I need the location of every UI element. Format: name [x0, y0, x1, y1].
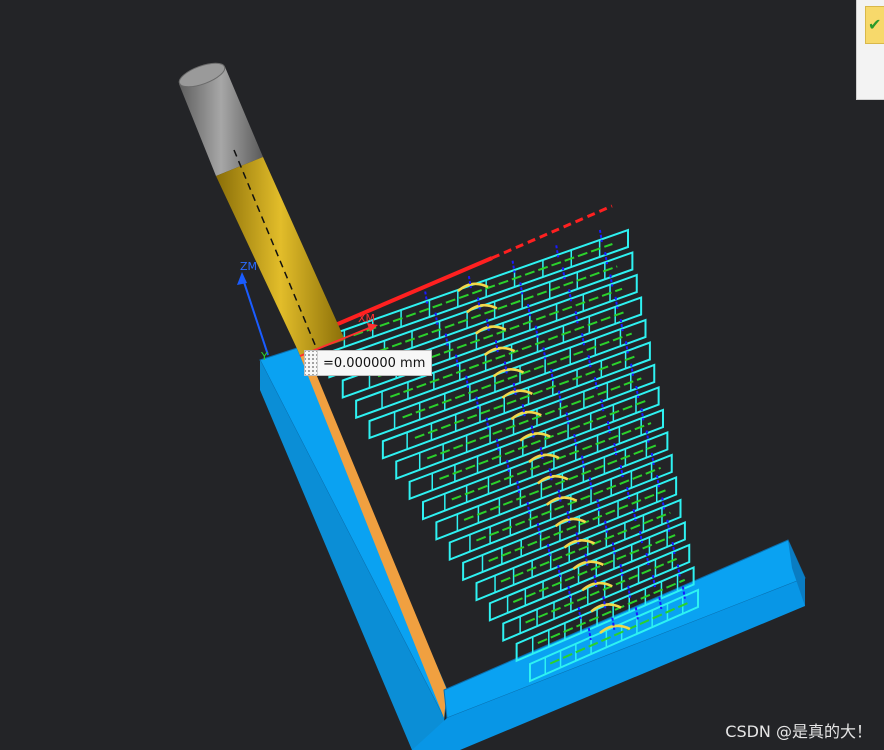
- workpiece-model: [259, 347, 806, 750]
- measurement-value: =0.000000 mm: [323, 355, 426, 371]
- toolpath-pass: [435, 431, 669, 541]
- z-axis-label: ZM: [240, 260, 257, 273]
- x-axis-label: XM: [358, 312, 375, 325]
- y-axis-label: Y: [260, 350, 268, 363]
- feed-line: [451, 422, 652, 501]
- tool-shank: [216, 157, 345, 355]
- toolpath-pass: [315, 228, 629, 359]
- feed-line: [512, 534, 676, 603]
- workpiece-edge-face: [297, 348, 447, 718]
- engage-arc: [492, 368, 525, 378]
- retract-lines: [311, 204, 613, 337]
- feed-line: [439, 399, 647, 480]
- cutting-tool: [178, 62, 345, 355]
- feed-line: [426, 377, 642, 460]
- measurement-tooltip[interactable]: =0.000000 mm: [304, 350, 433, 376]
- ok-button[interactable]: ✔: [865, 6, 884, 44]
- dialog-corner-panel: ✔: [856, 0, 884, 100]
- feed-line: [365, 265, 618, 357]
- cam-3d-viewport[interactable]: ZM XM Y: [0, 0, 884, 750]
- z-axis-head: [237, 272, 247, 285]
- z-axis-arrow: [241, 275, 269, 356]
- watermark: CSDN @是真的大！: [725, 722, 872, 741]
- engage-arc: [457, 282, 489, 292]
- check-icon: ✔: [868, 15, 882, 34]
- drag-handle-icon[interactable]: [305, 351, 318, 375]
